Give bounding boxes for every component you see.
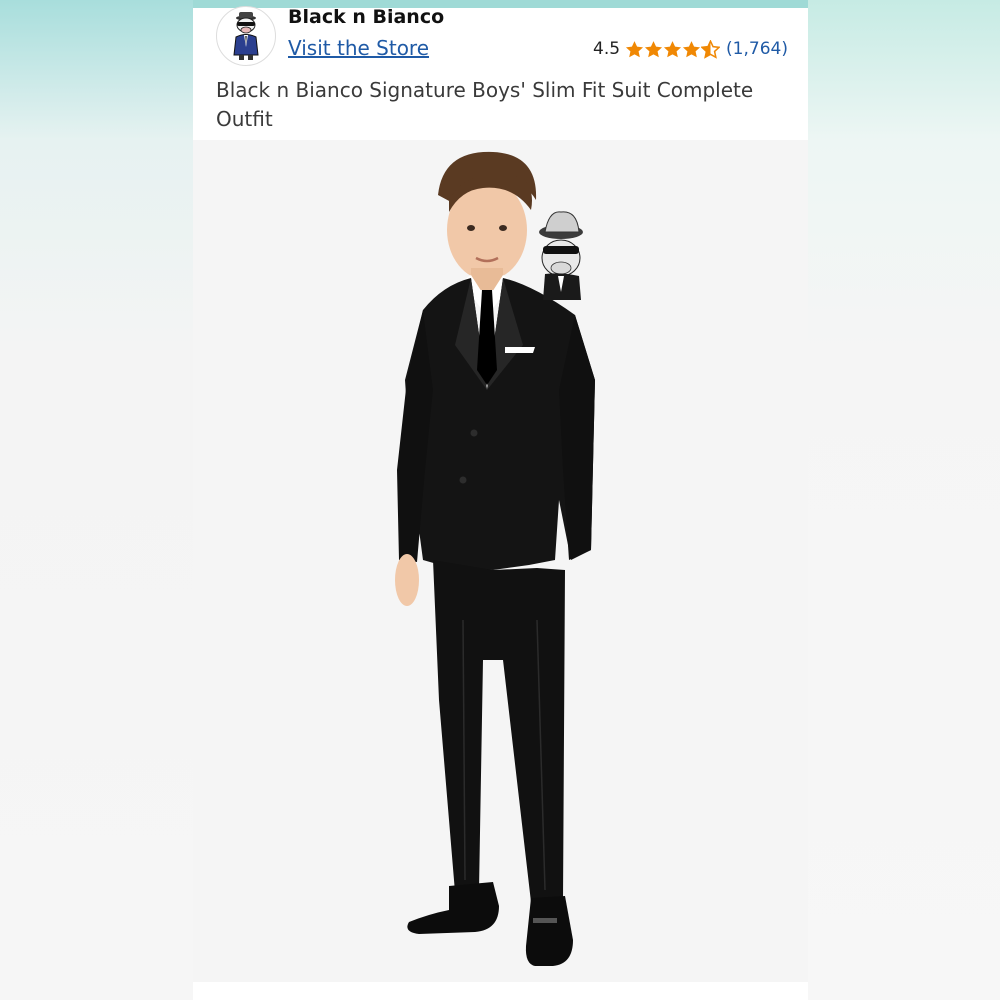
brand-name[interactable]: Black n Bianco (288, 6, 444, 28)
background-blur-right (808, 0, 1000, 1000)
star-full-icon (682, 40, 701, 57)
star-full-icon (625, 40, 644, 57)
bottom-divider (193, 982, 808, 1000)
background-blur-left (0, 0, 193, 1000)
review-count-link[interactable]: (1,764) (726, 39, 788, 59)
rating-value: 4.5 (593, 39, 621, 59)
cow-mascot-icon (233, 12, 259, 60)
rating-summary[interactable]: 4.5 (1,764) (593, 37, 788, 61)
product-image[interactable] (193, 140, 808, 982)
product-title: Black n Bianco Signature Boys' Slim Fit … (216, 78, 754, 131)
star-rating (625, 39, 721, 59)
product-card: Black n Bianco Visit the Store 4.5 (1,76… (193, 0, 808, 1000)
store-logo-icon[interactable] (216, 6, 276, 66)
star-full-icon (644, 40, 663, 57)
star-full-icon (663, 40, 682, 57)
star-half-icon (701, 39, 721, 59)
top-accent-strip (193, 0, 808, 8)
boy-in-suit-photo (395, 151, 595, 966)
visit-store-link[interactable]: Visit the Store (288, 36, 429, 60)
